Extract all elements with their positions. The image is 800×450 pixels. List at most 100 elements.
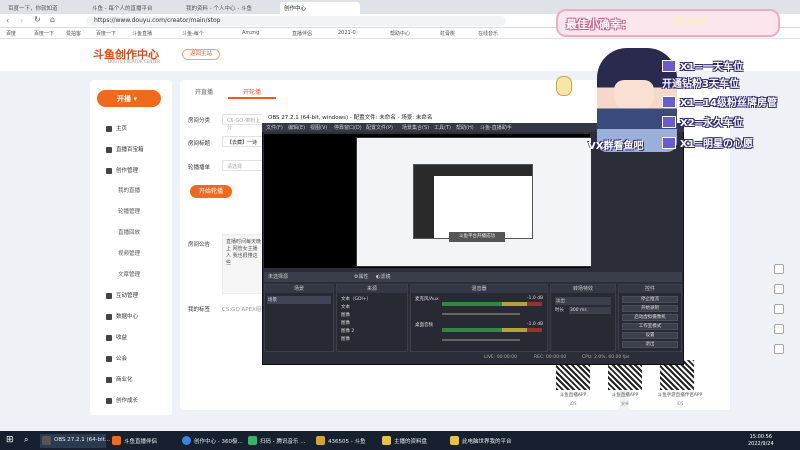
back-icon[interactable]: ‹ (6, 16, 9, 25)
bookmark[interactable]: 虹膏桃 (440, 30, 455, 37)
sidebar-subitem-replay[interactable]: 直播回放 (118, 228, 140, 236)
dock-header: 场景 (265, 285, 333, 293)
forward-icon[interactable]: › (20, 16, 23, 25)
stop-streaming-button[interactable]: 停止推流 (622, 296, 678, 303)
exit-button[interactable]: 退出 (622, 341, 678, 348)
source-item[interactable]: 文本 (341, 304, 350, 310)
sidebar-item-create[interactable]: 创作管理 (106, 166, 138, 174)
menu-tools[interactable]: 工具(T) (434, 124, 451, 131)
app-icon[interactable] (774, 304, 784, 314)
title-input[interactable]: 【去藏】一诗 (222, 136, 266, 147)
volume-slider[interactable] (442, 339, 520, 341)
bookmark[interactable]: 在线音乐 (478, 30, 498, 37)
source-item[interactable]: 图像 2 (341, 328, 354, 334)
taskbar-item-obs[interactable]: OBS 27.2.1 (64-bit... (40, 434, 110, 448)
sidebar-subitem-article[interactable]: 文章管理 (118, 270, 140, 278)
sidebar-item-label: 互动管理 (116, 293, 139, 299)
menu-help[interactable]: 帮助(H) (456, 124, 474, 131)
settings-button[interactable]: 设置 (622, 332, 678, 339)
menu-view[interactable]: 视图(V) (310, 124, 327, 131)
browser-tab[interactable]: 百度一下，你就知道 (4, 2, 78, 14)
tab-carousel[interactable]: 开轮播 (228, 83, 276, 99)
bookmark[interactable]: 斗鱼-每个 (182, 30, 204, 37)
bookmark[interactable]: 百度一下 (96, 30, 116, 37)
announce-textarea[interactable]: 直播时间每天晚上 网管女主播 人 我也很懂这些 (222, 234, 266, 294)
source-item[interactable]: 图像 (341, 312, 350, 318)
tab-live[interactable]: 开直播 (180, 83, 228, 99)
bookmark[interactable]: 帮助中心 (390, 30, 410, 37)
menu-profile[interactable]: 配置文件(P) (366, 124, 393, 131)
taskbar-item-folder[interactable]: 主播的资料盘 (380, 434, 446, 448)
taskbar-item-explorer[interactable]: 此电脑世界我的平台 (448, 434, 518, 448)
bookmark[interactable]: 直播伴侣 (292, 30, 312, 37)
menu-edit[interactable]: 编辑(E) (288, 124, 305, 131)
qr-platform: iOS (676, 401, 684, 406)
duration-input[interactable]: 300 ms (569, 307, 611, 314)
sidebar-item-label: 创作管理 (116, 168, 139, 174)
source-item[interactable]: 图像 (341, 336, 350, 342)
sidebar-subitem-carousel[interactable]: 轮播管理 (118, 207, 140, 215)
bookmark[interactable]: 百度 (6, 30, 16, 37)
volume-slider[interactable] (442, 313, 520, 315)
source-item[interactable]: 文本（GDI+） (341, 296, 371, 302)
start-live-button[interactable]: 开播 ▾ (97, 90, 161, 107)
menu-file[interactable]: 文件(F) (266, 124, 283, 131)
sidebar-item-guild[interactable]: 公会 (106, 354, 127, 362)
category-select[interactable]: CS:GO-带粉上分 (222, 114, 266, 131)
bookmark[interactable]: Amzng (242, 30, 259, 36)
browser-tab[interactable]: 斗鱼 - 每个人的直播平台 (88, 2, 174, 14)
sidebar-item-income[interactable]: 收益 (106, 333, 127, 341)
headset-icon[interactable] (774, 324, 784, 334)
sidebar-subitem-video[interactable]: 视频管理 (118, 249, 140, 257)
filters-button[interactable]: ◐滤镜 (376, 273, 390, 280)
sidebar-item-growth[interactable]: 创作成长 (106, 396, 138, 404)
sidebar-item-business[interactable]: 商业化 (106, 375, 133, 383)
sidebar-subitem-my-live[interactable]: 我的直播 (118, 186, 140, 194)
reload-icon[interactable]: ↻ (34, 15, 41, 24)
menu-scene-collection[interactable]: 场景集合(S) (402, 124, 429, 131)
taskbar-item-douyu[interactable]: 斗鱼直播伴侣 (110, 434, 176, 448)
studio-mode-button[interactable]: 工作室模式 (622, 323, 678, 330)
cart-icon[interactable] (774, 284, 784, 294)
bookmark[interactable]: 爱拍客 (66, 30, 81, 37)
bookmark[interactable]: 百度一下 (34, 30, 54, 37)
sidebar-item-home[interactable]: 主页 (106, 124, 127, 132)
source-item[interactable]: 图像 (341, 320, 350, 326)
qr-label: 斗鱼手游直播伴侣APP (657, 393, 703, 398)
scene-item[interactable]: 场景 (267, 296, 331, 304)
url-input[interactable]: https://www.douyu.com/creator/main/stop (86, 16, 506, 26)
home-icon[interactable]: ⌂ (50, 15, 55, 24)
music-icon (248, 436, 257, 445)
search-icon[interactable]: ⌕ (24, 435, 28, 445)
windows-start-icon[interactable]: ⊞ (6, 435, 14, 445)
sidebar-item-toolbox[interactable]: 直播百宝箱 (106, 145, 144, 153)
taskbar-clock[interactable]: 15:00:56 2022/9/24 (748, 434, 774, 448)
return-home-button[interactable]: 返回主站 (182, 49, 220, 60)
menu-dock[interactable]: 停靠窗口(D) (334, 124, 362, 131)
sidebar-item-interact[interactable]: 互动管理 (106, 291, 138, 299)
virtual-camera-button[interactable]: 启动虚拟摄像机 (622, 314, 678, 321)
menu-douyu-assistant[interactable]: 斗鱼-直播助手 (480, 124, 512, 131)
browser-tab[interactable]: 我的资料 - 个人中心 - 斗鱼 (182, 2, 272, 14)
douyu-icon (112, 436, 121, 445)
transition-select[interactable]: 淡出 (555, 297, 611, 305)
start-carousel-button[interactable]: 开始轮播 (190, 185, 232, 198)
taskbar-item-browser[interactable]: 创作中心 - 360极... (180, 434, 250, 448)
start-live-label: 开播 (117, 95, 131, 103)
feedback-icon[interactable] (774, 344, 784, 354)
folder-icon (382, 436, 391, 445)
start-recording-button[interactable]: 开始录制 (622, 305, 678, 312)
overlay-name: 梦幻叶子 (672, 17, 709, 27)
sidebar-item-data[interactable]: 数据中心 (106, 312, 138, 320)
taskbar-item-music[interactable]: 扫码 - 腾讯音乐 ... (246, 434, 312, 448)
playlist-select[interactable]: 请选择 (222, 160, 266, 171)
browser-tab-active[interactable]: 创作中心 (280, 2, 360, 14)
qr-label: 斗鱼直播APP (611, 393, 639, 398)
business-icon (106, 376, 112, 383)
taskbar-item-douyu-room[interactable]: 436505 - 斗鱼 (314, 434, 380, 448)
gift-icon (662, 116, 676, 128)
tv-icon[interactable] (774, 264, 784, 274)
bookmark[interactable]: 斗鱼直播 (132, 30, 152, 37)
properties-button[interactable]: ⚙属性 (354, 273, 369, 280)
bookmark[interactable]: 2021-0 (338, 30, 356, 36)
